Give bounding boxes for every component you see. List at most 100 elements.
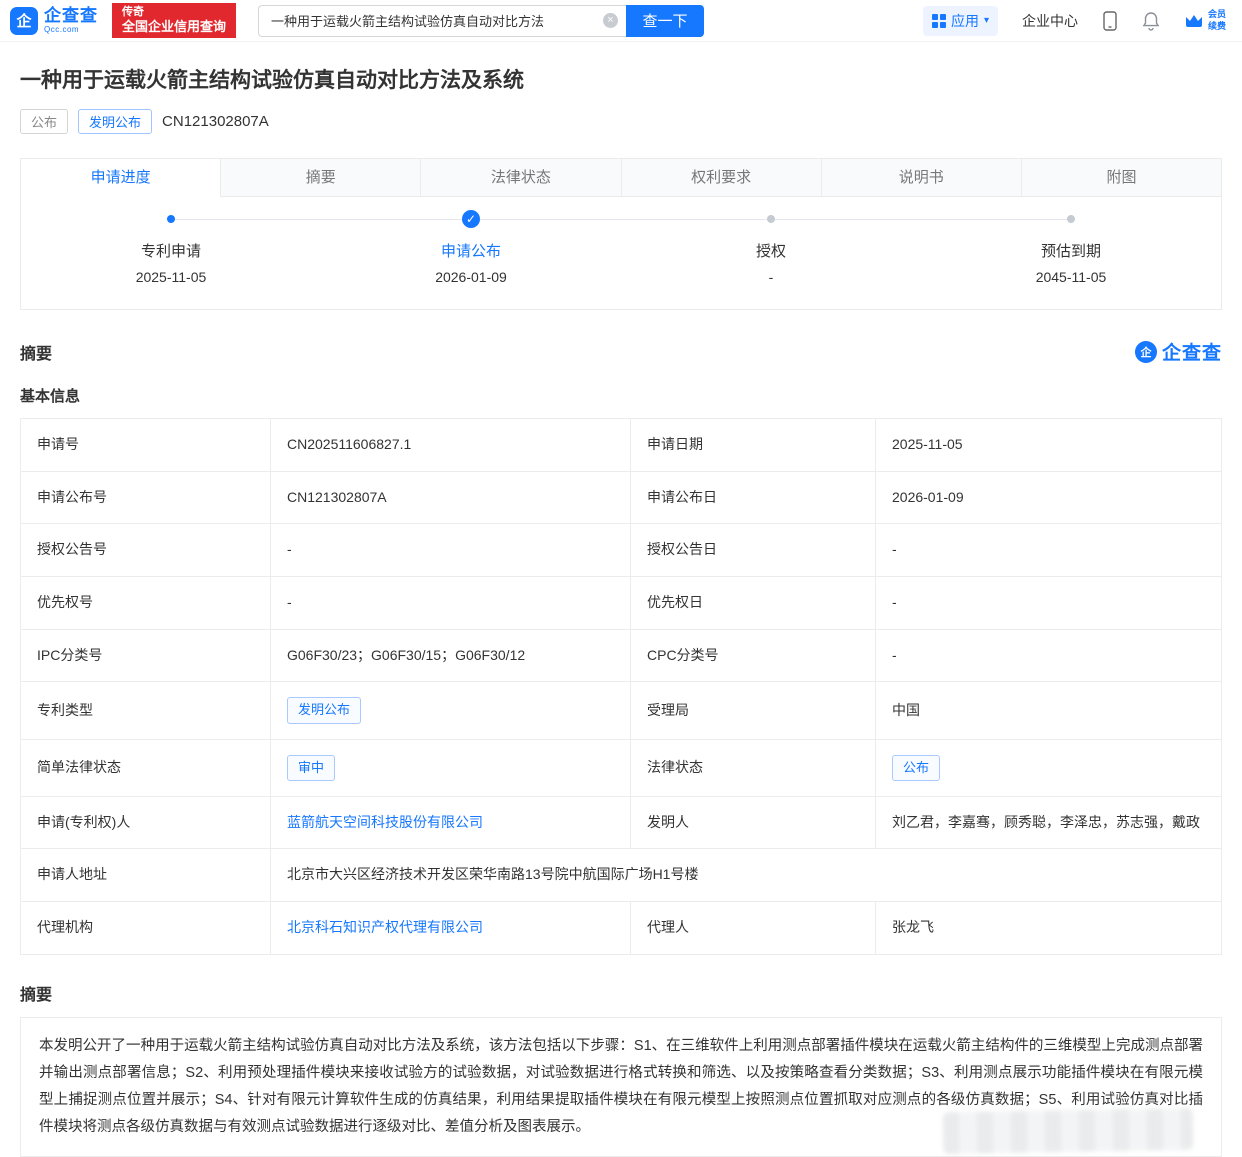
promo-line1: 传奇 (122, 5, 144, 18)
agent-value: 张龙飞 (875, 901, 1222, 955)
promo-line2: 全国企业信用查询 (122, 18, 227, 34)
table-row: 申请人地址 北京市大兴区经济技术开发区荣华南路13号院中航国际广场H1号楼 (20, 848, 1222, 903)
simple-legal-status-tag: 审中 (287, 754, 336, 781)
table-row: 专利类型 发明公布 受理局 中国 (20, 681, 1222, 740)
abstract-section-title: 摘要 (20, 986, 53, 1004)
table-row: IPC分类号 G06F30/23；G06F30/15；G06F30/12 CPC… (20, 628, 1222, 683)
publication-number: CN121302807A (162, 113, 269, 130)
search-button[interactable]: 查一下 (626, 4, 705, 37)
member-renewal[interactable]: 会员 续费 (1184, 9, 1226, 32)
timeline-step-publication: ✓ 申请公布 2026-01-09 (435, 210, 507, 285)
qcc-logo-text: 企查查 (44, 6, 98, 25)
grant-date-label: 授权公告日 (630, 523, 876, 578)
application-no-label: 申请号 (20, 418, 271, 472)
tab-bar: 申请进度 摘要 法律状态 权利要求 说明书 附图 (21, 159, 1222, 197)
ipc-class-value: G06F30/23；G06F30/15；G06F30/12 (270, 628, 631, 683)
agency-link[interactable]: 北京科石知识产权代理有限公司 (287, 919, 483, 935)
tab-summary[interactable]: 摘要 (220, 159, 421, 197)
qcc-watermark-icon: 企 (1134, 340, 1157, 363)
qcc-logo-icon: 企 (10, 6, 38, 35)
grant-date-value: - (875, 523, 1222, 578)
application-date-label: 申请日期 (630, 418, 876, 472)
patent-header: 一种用于运载火箭主结构试验仿真自动对比方法及系统 公布 发明公布 CN12130… (0, 42, 1242, 134)
applicant-address-value: 北京市大兴区经济技术开发区荣华南路13号院中航国际广场H1号楼 (270, 848, 1222, 903)
tab-claims[interactable]: 权利要求 (620, 159, 821, 197)
timeline-dot-pending-icon (767, 215, 775, 223)
table-row: 申请号 CN202511606827.1 申请日期 2025-11-05 (20, 418, 1222, 472)
priority-date-label: 优先权日 (630, 576, 876, 630)
basic-info-table: 申请号 CN202511606827.1 申请日期 2025-11-05 申请公… (20, 418, 1222, 955)
progress-panel: 申请进度 摘要 法律状态 权利要求 说明书 附图 专利申请 2025-11-05… (20, 158, 1222, 310)
summary-section-header: 摘要 企 企查查 (20, 338, 1222, 365)
grant-no-label: 授权公告号 (20, 523, 271, 578)
ipc-class-label: IPC分类号 (20, 628, 271, 683)
nav-app-menu[interactable]: 应用 ▾ (922, 5, 998, 36)
publication-no-value: CN121302807A (270, 470, 631, 525)
legal-status-label: 法律状态 (630, 738, 876, 797)
summary-section-title: 摘要 (20, 345, 53, 363)
member-crown-icon (1184, 12, 1204, 30)
timeline-step-filing: 专利申请 2025-11-05 (21, 210, 321, 285)
top-nav: 应用 ▾ 企业中心 会员 续费 (922, 5, 1226, 36)
qcc-logo[interactable]: 企 企查查 Qcc.com (10, 6, 98, 35)
table-row: 申请(专利权)人 蓝箭航天空间科技股份有限公司 发明人 刘乙君，李嘉骞，顾秀聪，… (20, 795, 1222, 850)
search-input-wrap: × (258, 4, 627, 37)
search-bar: × 查一下 (258, 4, 705, 37)
legal-status-tag: 公布 (892, 754, 941, 781)
applicant-cell: 蓝箭航天空间科技股份有限公司 (270, 795, 631, 850)
timeline-dot-done-icon (167, 215, 175, 223)
applicant-link[interactable]: 蓝箭航天空间科技股份有限公司 (287, 814, 483, 830)
table-row: 代理机构 北京科石知识产权代理有限公司 代理人 张龙飞 (20, 901, 1222, 955)
patent-type-cell: 发明公布 (270, 681, 631, 740)
application-no-value: CN202511606827.1 (270, 418, 631, 472)
applicant-label: 申请(专利权)人 (20, 795, 271, 850)
agency-cell: 北京科石知识产权代理有限公司 (270, 901, 631, 955)
notification-bell-icon[interactable] (1142, 11, 1160, 31)
inventors-value: 刘乙君，李嘉骞，顾秀聪，李泽忠，苏志强，戴政 (875, 795, 1222, 850)
tab-description[interactable]: 说明书 (820, 159, 1021, 197)
cpc-class-label: CPC分类号 (630, 628, 876, 683)
office-label: 受理局 (630, 681, 876, 740)
agency-label: 代理机构 (20, 901, 271, 955)
nav-app-label: 应用 (950, 12, 979, 29)
agent-label: 代理人 (630, 901, 876, 955)
inventors-label: 发明人 (630, 795, 876, 850)
search-input[interactable] (269, 12, 597, 29)
member-renewal-label: 会员 续费 (1207, 9, 1226, 31)
tab-application-progress[interactable]: 申请进度 (21, 159, 221, 197)
promo-banner[interactable]: 传奇 全国企业信用查询 (112, 2, 237, 39)
simple-legal-status-label: 简单法律状态 (20, 738, 271, 797)
patent-type-label: 专利类型 (20, 681, 271, 740)
clear-search-icon[interactable]: × (603, 13, 619, 28)
table-row: 简单法律状态 审中 法律状态 公布 (20, 738, 1222, 797)
chevron-down-icon: ▾ (983, 15, 989, 26)
publication-date-label: 申请公布日 (630, 470, 876, 525)
patent-tag-row: 公布 发明公布 CN121302807A (20, 109, 1222, 134)
publication-no-label: 申请公布号 (20, 470, 271, 525)
tab-drawings[interactable]: 附图 (1020, 159, 1222, 197)
mobile-app-icon[interactable] (1102, 10, 1118, 31)
timeline-step-grant: 授权 - (621, 210, 921, 285)
table-row: 授权公告号 - 授权公告日 - (20, 523, 1222, 578)
timeline-step-expiry: 预估到期 2045-11-05 (921, 210, 1221, 285)
patent-type-badge: 发明公布 (78, 109, 153, 134)
application-date-value: 2025-11-05 (875, 418, 1222, 472)
priority-no-value: - (270, 576, 631, 630)
patent-type-tag: 发明公布 (287, 697, 362, 724)
grant-no-value: - (270, 523, 631, 578)
simple-legal-status-cell: 审中 (270, 738, 631, 797)
priority-no-label: 优先权号 (20, 576, 271, 630)
publish-status-badge: 公布 (20, 109, 69, 134)
page-title: 一种用于运载火箭主结构试验仿真自动对比方法及系统 (20, 69, 524, 92)
tab-legal-status[interactable]: 法律状态 (420, 159, 621, 197)
abstract-box: 本发明公开了一种用于运载火箭主结构试验仿真自动对比方法及系统，该方法包括以下步骤… (20, 1016, 1222, 1157)
cpc-class-value: - (875, 628, 1222, 683)
qcc-logo-subtext: Qcc.com (44, 25, 80, 34)
qcc-watermark-logo: 企 企查查 (1134, 338, 1222, 365)
table-row: 优先权号 - 优先权日 - (20, 576, 1222, 630)
nav-enterprise-center[interactable]: 企业中心 (1022, 11, 1078, 31)
legal-status-cell: 公布 (875, 738, 1222, 797)
application-timeline: 专利申请 2025-11-05 ✓ 申请公布 2026-01-09 授权 - 预… (21, 197, 1221, 309)
abstract-text: 本发明公开了一种用于运载火箭主结构试验仿真自动对比方法及系统，该方法包括以下步骤… (39, 1037, 1203, 1135)
timeline-dot-pending-icon (1067, 215, 1075, 223)
